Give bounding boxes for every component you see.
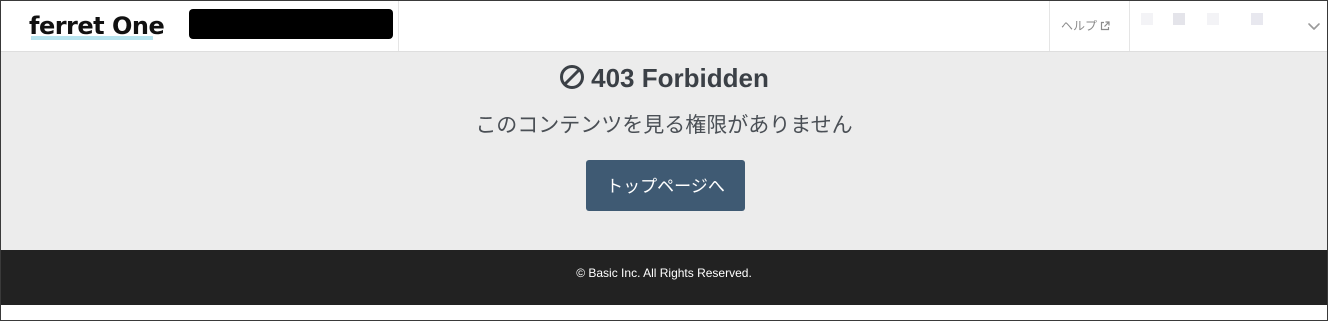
- header-divider: [398, 1, 399, 51]
- help-link-label: ヘルプ: [1061, 19, 1098, 33]
- copyright-text: © Basic Inc. All Rights Reserved.: [576, 266, 752, 280]
- user-menu-redacted[interactable]: [1141, 13, 1301, 27]
- header-divider: [1049, 1, 1050, 51]
- blurred-block: [1173, 13, 1185, 25]
- external-link-icon: [1100, 21, 1110, 31]
- error-title: 403 Forbidden: [1, 62, 1327, 94]
- page-frame: ferret One ヘルプ 403 Forbidden このコンテンツを見る権…: [0, 0, 1328, 321]
- header-divider: [1129, 1, 1130, 51]
- bottom-strip: [1, 305, 1327, 320]
- blurred-block: [1207, 13, 1219, 25]
- blurred-block: [1141, 13, 1153, 25]
- chevron-down-icon[interactable]: [1306, 18, 1322, 34]
- blurred-block: [1251, 13, 1263, 25]
- error-title-text: 403 Forbidden: [591, 63, 769, 93]
- error-message: このコンテンツを見る権限がありません: [475, 114, 853, 137]
- error-content: 403 Forbidden このコンテンツを見る権限がありません トップページへ: [1, 52, 1327, 250]
- top-header: ferret One ヘルプ: [1, 1, 1327, 52]
- ban-icon: [560, 65, 585, 89]
- help-link[interactable]: ヘルプ: [1061, 17, 1110, 35]
- ferret-one-logo[interactable]: ferret One: [29, 11, 165, 41]
- redacted-account-name: [189, 9, 393, 39]
- footer: © Basic Inc. All Rights Reserved.: [1, 250, 1327, 305]
- top-page-button[interactable]: トップページへ: [586, 160, 745, 211]
